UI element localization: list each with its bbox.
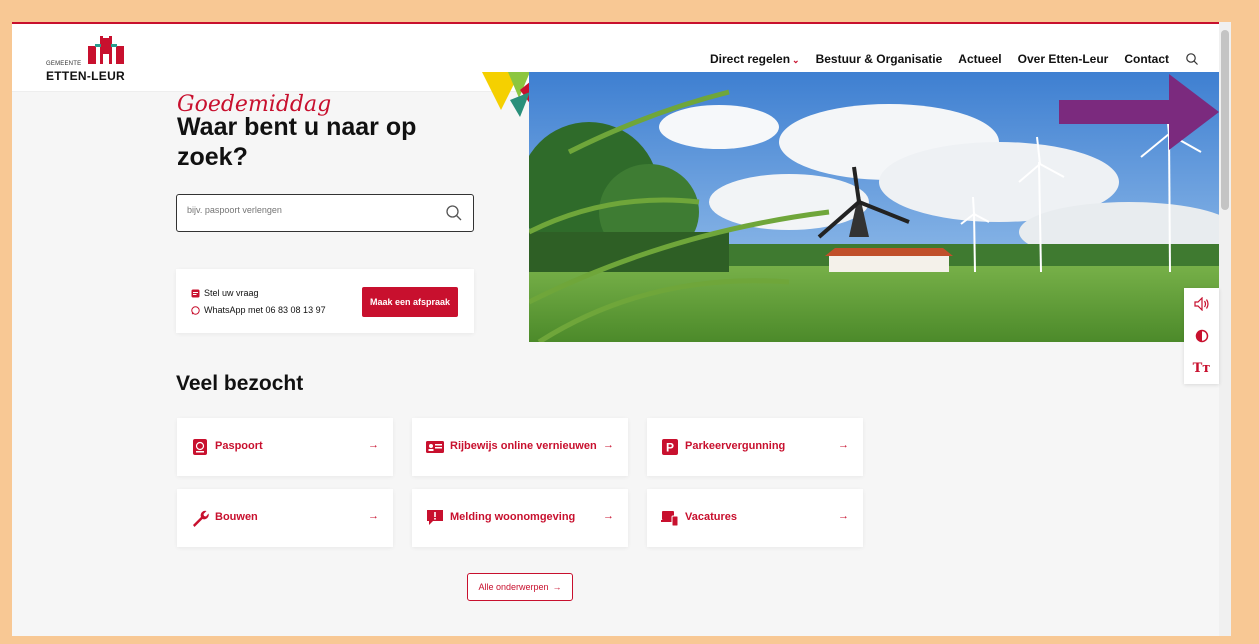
card-label: Vacatures — [685, 511, 737, 523]
whatsapp-link[interactable]: WhatsApp met 06 83 08 13 97 — [191, 305, 326, 315]
arrow-right-icon: → — [368, 510, 379, 522]
search-box[interactable] — [176, 194, 474, 232]
contact-card: Stel uw vraag WhatsApp met 06 83 08 13 9… — [176, 269, 474, 333]
search-input[interactable] — [187, 205, 427, 215]
whatsapp-icon — [191, 305, 200, 315]
logo-big-text: ETTEN-LEUR — [46, 69, 125, 83]
search-icon[interactable] — [445, 204, 463, 222]
svg-text:P: P — [666, 441, 674, 455]
passport-icon — [193, 439, 207, 455]
nav-bestuur-organisatie[interactable]: Bestuur & Organisatie — [816, 52, 943, 66]
hero-image — [529, 72, 1219, 342]
nav-contact[interactable]: Contact — [1124, 52, 1169, 66]
card-label: Parkeervergunning — [685, 440, 786, 452]
whatsapp-label: WhatsApp met 06 83 08 13 97 — [204, 305, 326, 315]
card-bouwen[interactable]: Bouwen → — [177, 489, 393, 547]
card-label: Rijbewijs online vernieuwen — [450, 440, 597, 452]
arrow-right-icon: → — [552, 582, 562, 592]
site-logo[interactable]: GEMEENTE ETTEN-LEUR — [46, 36, 126, 83]
all-topics-label: Alle onderwerpen — [478, 582, 549, 592]
section-title-veel-bezocht: Veel bezocht — [176, 372, 304, 395]
make-appointment-button[interactable]: Maak een afspraak — [362, 287, 458, 317]
scrollbar[interactable] — [1219, 22, 1231, 636]
page-title: Waar bent u naar op zoek? — [177, 113, 417, 171]
card-label: Bouwen — [215, 511, 258, 523]
nav-direct-regelen[interactable]: Direct regelen ⌄ — [710, 52, 800, 66]
arrow-right-icon: → — [838, 439, 849, 451]
alert-message-icon — [427, 510, 443, 525]
card-label: Melding woonomgeving — [450, 511, 576, 523]
contrast-icon — [1195, 329, 1208, 343]
read-aloud-button[interactable] — [1184, 288, 1219, 320]
card-label: Paspoort — [215, 440, 263, 452]
ask-question-link[interactable]: Stel uw vraag — [191, 288, 259, 298]
wrench-icon — [193, 510, 209, 527]
arrow-right-icon: → — [603, 510, 614, 522]
text-size-button[interactable]: Tт — [1184, 352, 1219, 384]
speaker-icon — [1193, 297, 1209, 311]
logo-small-text: GEMEENTE — [46, 61, 82, 67]
chat-icon — [191, 289, 200, 297]
scrollbar-thumb[interactable] — [1221, 30, 1229, 210]
card-vacatures[interactable]: Vacatures → — [647, 489, 863, 547]
parking-icon: P — [662, 439, 678, 455]
arrow-right-icon: → — [603, 439, 614, 451]
all-topics-button[interactable]: Alle onderwerpen → — [467, 573, 573, 601]
nav-label: Direct regelen — [709, 52, 791, 66]
arrow-right-icon: → — [368, 439, 379, 451]
search-icon[interactable] — [1185, 52, 1199, 66]
card-rijbewijs[interactable]: Rijbewijs online vernieuwen → — [412, 418, 628, 476]
card-melding-woonomgeving[interactable]: Melding woonomgeving → — [412, 489, 628, 547]
id-card-icon — [426, 441, 444, 453]
main-nav: Direct regelen ⌄ Bestuur & Organisatie Ac… — [710, 52, 1199, 66]
card-paspoort[interactable]: Paspoort → — [177, 418, 393, 476]
contrast-button[interactable] — [1184, 320, 1219, 352]
text-size-icon: Tт — [1192, 360, 1211, 376]
chevron-down-icon: ⌄ — [792, 55, 800, 65]
nav-over-etten-leur[interactable]: Over Etten-Leur — [1018, 52, 1109, 66]
devices-icon — [661, 511, 679, 527]
ask-question-label: Stel uw vraag — [204, 288, 259, 298]
logo-castle-icon — [88, 36, 124, 64]
arrow-right-icon: → — [838, 510, 849, 522]
accessibility-toolbar: Tт — [1184, 288, 1219, 384]
card-parkeervergunning[interactable]: P Parkeervergunning → — [647, 418, 863, 476]
nav-actueel[interactable]: Actueel — [958, 52, 1001, 66]
